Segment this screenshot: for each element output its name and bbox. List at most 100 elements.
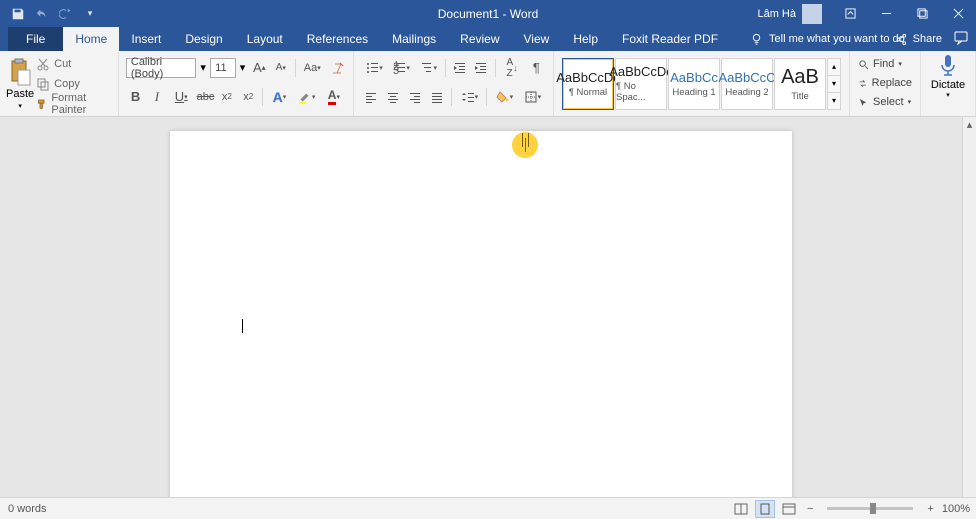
text-cursor [242, 319, 243, 333]
document-title: Document1 - Word [438, 7, 538, 21]
scissors-icon [36, 57, 50, 71]
shrink-font-button[interactable]: A▾ [271, 58, 291, 78]
ribbon-options-button[interactable] [832, 0, 868, 27]
zoom-level[interactable]: 100% [942, 503, 970, 515]
avatar-icon [802, 4, 822, 24]
style-heading-2[interactable]: AaBbCcCHeading 2 [721, 58, 773, 110]
bullets-button[interactable]: ▾ [361, 58, 386, 78]
web-layout-button[interactable] [779, 500, 799, 518]
vertical-scrollbar[interactable]: ▴ [962, 117, 976, 497]
tab-references[interactable]: References [295, 27, 380, 51]
subscript-button[interactable]: x2 [217, 87, 236, 107]
dec-indent-button[interactable] [450, 58, 469, 78]
sort-button[interactable]: AZ↓ [500, 58, 525, 78]
svg-text:3: 3 [393, 65, 399, 75]
chevron-down-icon[interactable]: ▾ [240, 61, 248, 74]
style--no-spac-[interactable]: AaBbCcDc¶ No Spac... [615, 58, 667, 110]
font-size-combo[interactable]: 11 [210, 58, 236, 78]
chevron-down-icon[interactable]: ▾ [200, 61, 208, 74]
tab-foxit[interactable]: Foxit Reader PDF [610, 27, 730, 51]
zoom-out-button[interactable]: − [803, 503, 817, 515]
bucket-icon [496, 90, 510, 104]
tab-home[interactable]: Home [63, 27, 119, 51]
styles-group: AaBbCcDc¶ NormalAaBbCcDc¶ No Spac...AaBb… [554, 51, 850, 116]
close-button[interactable] [940, 0, 976, 27]
maximize-button[interactable] [904, 0, 940, 27]
format-painter-button[interactable]: Format Painter [36, 95, 110, 113]
print-layout-button[interactable] [755, 500, 775, 518]
align-left-button[interactable] [361, 87, 381, 107]
inc-indent-button[interactable] [471, 58, 490, 78]
font-group: Calibri (Body)▾ 11▾ A▴ A▾ Aa ▾ B I U ▾ a… [119, 51, 355, 116]
select-button[interactable]: Select ▾ [858, 93, 912, 111]
dictate-button[interactable]: Dictate ▾ [925, 53, 971, 99]
share-button[interactable]: Share [895, 33, 942, 46]
clear-format-button[interactable] [327, 58, 347, 78]
tab-insert[interactable]: Insert [119, 27, 173, 51]
ribbon-tabs: File Home Insert Design Layout Reference… [0, 27, 976, 51]
undo-button[interactable] [32, 4, 52, 24]
grow-font-button[interactable]: A▴ [250, 58, 270, 78]
search-icon [858, 59, 869, 70]
font-color-button[interactable]: A ▾ [321, 87, 346, 107]
user-account[interactable]: Lâm Hà [757, 4, 822, 24]
page[interactable] [170, 131, 792, 497]
show-marks-button[interactable]: ¶ [527, 58, 546, 78]
shading-button[interactable]: ▾ [491, 87, 517, 107]
find-button[interactable]: Find ▾ [858, 55, 912, 73]
style-title[interactable]: AaBTitle [774, 58, 826, 110]
copy-button[interactable]: Copy [36, 75, 110, 93]
styles-more-button[interactable]: ▴▾▾ [827, 58, 841, 110]
style-heading-1[interactable]: AaBbCcHeading 1 [668, 58, 720, 110]
mouse-highlight [512, 132, 538, 158]
italic-button[interactable]: I [147, 87, 166, 107]
zoom-in-button[interactable]: + [923, 503, 937, 515]
font-name-combo[interactable]: Calibri (Body) [126, 58, 196, 78]
replace-button[interactable]: Replace [858, 74, 912, 92]
tab-help[interactable]: Help [561, 27, 610, 51]
brush-icon [36, 97, 47, 111]
cut-button[interactable]: Cut [36, 55, 110, 73]
tab-file[interactable]: File [8, 27, 63, 51]
read-mode-button[interactable] [731, 500, 751, 518]
line-spacing-button[interactable]: ▾ [456, 87, 482, 107]
zoom-slider[interactable] [827, 507, 913, 510]
quick-access-toolbar: ▾ [0, 4, 100, 24]
align-right-button[interactable] [405, 87, 425, 107]
tab-view[interactable]: View [512, 27, 562, 51]
tell-me-label: Tell me what you want to do [769, 33, 905, 45]
editing-group: Find ▾ Replace Select ▾ [850, 51, 921, 116]
redo-button[interactable] [56, 4, 76, 24]
tab-review[interactable]: Review [448, 27, 511, 51]
save-button[interactable] [8, 4, 28, 24]
feedback-button[interactable] [954, 31, 968, 48]
bold-button[interactable]: B [126, 87, 145, 107]
copy-icon [36, 77, 50, 91]
strike-button[interactable]: abc [196, 87, 215, 107]
style--normal[interactable]: AaBbCcDc¶ Normal [562, 58, 614, 110]
superscript-button[interactable]: x2 [239, 87, 258, 107]
change-case-button[interactable]: Aa ▾ [300, 58, 325, 78]
qat-customize-button[interactable]: ▾ [80, 4, 100, 24]
tab-design[interactable]: Design [173, 27, 234, 51]
document-area [0, 117, 962, 497]
text-effects-button[interactable]: A ▾ [267, 87, 292, 107]
multilevel-button[interactable]: ▾ [416, 58, 441, 78]
numbering-button[interactable]: 123▾ [389, 58, 414, 78]
word-count[interactable]: 0 words [8, 503, 47, 515]
status-bar: 0 words − + 100% [0, 497, 976, 519]
ribbon: Paste ▾ Cut Copy Format Painter Calibri … [0, 51, 976, 117]
tab-mailings[interactable]: Mailings [380, 27, 448, 51]
tell-me-search[interactable]: Tell me what you want to do [750, 33, 905, 46]
highlighter-icon [298, 90, 312, 104]
underline-button[interactable]: U ▾ [169, 87, 194, 107]
paste-button[interactable]: Paste ▾ [6, 53, 34, 115]
highlight-button[interactable]: ▾ [294, 87, 319, 107]
borders-button[interactable]: ▾ [519, 87, 545, 107]
lightbulb-icon [750, 33, 763, 46]
scroll-up-button[interactable]: ▴ [963, 117, 976, 131]
justify-button[interactable] [427, 87, 447, 107]
tab-layout[interactable]: Layout [235, 27, 295, 51]
align-center-button[interactable] [383, 87, 403, 107]
minimize-button[interactable] [868, 0, 904, 27]
